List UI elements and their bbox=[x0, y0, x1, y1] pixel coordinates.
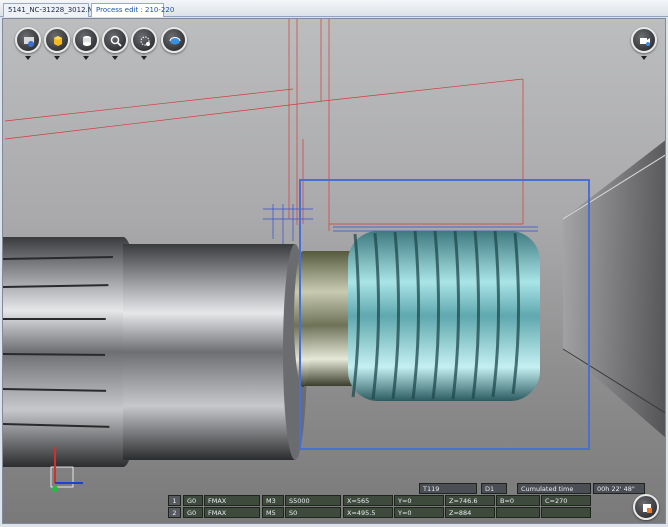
database-dropdown-arrow[interactable] bbox=[83, 56, 89, 60]
g-code: G0 bbox=[183, 495, 203, 506]
view-camera-button[interactable] bbox=[631, 27, 657, 53]
m-code: M5 bbox=[262, 507, 284, 518]
tab-project[interactable]: 5141_NC-31228_3012.NcsPrj bbox=[3, 3, 109, 17]
zoom-search-button[interactable] bbox=[102, 27, 128, 53]
cube-button[interactable] bbox=[44, 27, 70, 53]
3d-viewport[interactable]: T119 D1 Cumulated time 00h 22' 48" 1 G0 … bbox=[2, 18, 666, 524]
z-coordinate: Z=884 bbox=[445, 507, 495, 518]
offset-number: D1 bbox=[481, 483, 507, 494]
y-coordinate: Y=0 bbox=[394, 495, 444, 506]
feed-value: FMAX bbox=[204, 507, 260, 518]
stock-view-icon bbox=[24, 37, 34, 47]
cumulated-time-label: Cumulated time bbox=[517, 483, 591, 494]
z-coordinate: Z=746.6 bbox=[445, 495, 495, 506]
zoom-dropdown-arrow[interactable] bbox=[112, 56, 118, 60]
g-code: G0 bbox=[183, 507, 203, 518]
tool-number: T119 bbox=[419, 483, 477, 494]
cube-dropdown-arrow[interactable] bbox=[54, 56, 60, 60]
c-axis bbox=[541, 507, 591, 518]
cumulated-time-value: 00h 22' 48" bbox=[593, 483, 645, 494]
simulation-control-button[interactable] bbox=[633, 494, 659, 520]
m-code: M3 bbox=[262, 495, 284, 506]
collar-face bbox=[294, 251, 312, 387]
spindle-cone bbox=[563, 140, 665, 438]
feed-value: FMAX bbox=[204, 495, 260, 506]
stock-view-dropdown-arrow[interactable] bbox=[25, 56, 31, 60]
settings-dropdown-arrow[interactable] bbox=[141, 56, 147, 60]
view-camera-icon bbox=[640, 38, 650, 46]
cube-icon bbox=[54, 36, 62, 46]
zoom-search-icon bbox=[110, 35, 122, 47]
tab-process-edit[interactable]: Process edit : 210-220 bbox=[91, 3, 174, 17]
x-coordinate: X=495.5 bbox=[343, 507, 393, 518]
rotate-view-button[interactable] bbox=[161, 27, 187, 53]
line-number: 1 bbox=[168, 495, 181, 506]
tab-bar: 5141_NC-31228_3012.NcsPrj Process edit :… bbox=[0, 0, 668, 17]
app-window: 5141_NC-31228_3012.NcsPrj Process edit :… bbox=[0, 0, 668, 527]
database-button[interactable] bbox=[73, 27, 99, 53]
b-axis bbox=[496, 507, 540, 518]
c-axis: C=270 bbox=[541, 495, 591, 506]
y-coordinate: Y=0 bbox=[394, 507, 444, 518]
settings-dots-button[interactable] bbox=[131, 27, 157, 53]
simulation-icon bbox=[643, 504, 652, 513]
shaft-body bbox=[123, 244, 295, 460]
spindle-speed: S5000 bbox=[285, 495, 341, 506]
database-icon bbox=[83, 36, 91, 46]
line-number: 2 bbox=[168, 507, 181, 518]
machining-scene bbox=[3, 19, 665, 492]
spindle-speed: S0 bbox=[285, 507, 341, 518]
rotate-view-icon bbox=[169, 37, 181, 45]
view-camera-dropdown-arrow[interactable] bbox=[641, 56, 647, 60]
settings-dots-icon bbox=[140, 36, 150, 46]
stock-view-button[interactable] bbox=[15, 27, 41, 53]
x-coordinate: X=565 bbox=[343, 495, 393, 506]
b-axis: B=0 bbox=[496, 495, 540, 506]
